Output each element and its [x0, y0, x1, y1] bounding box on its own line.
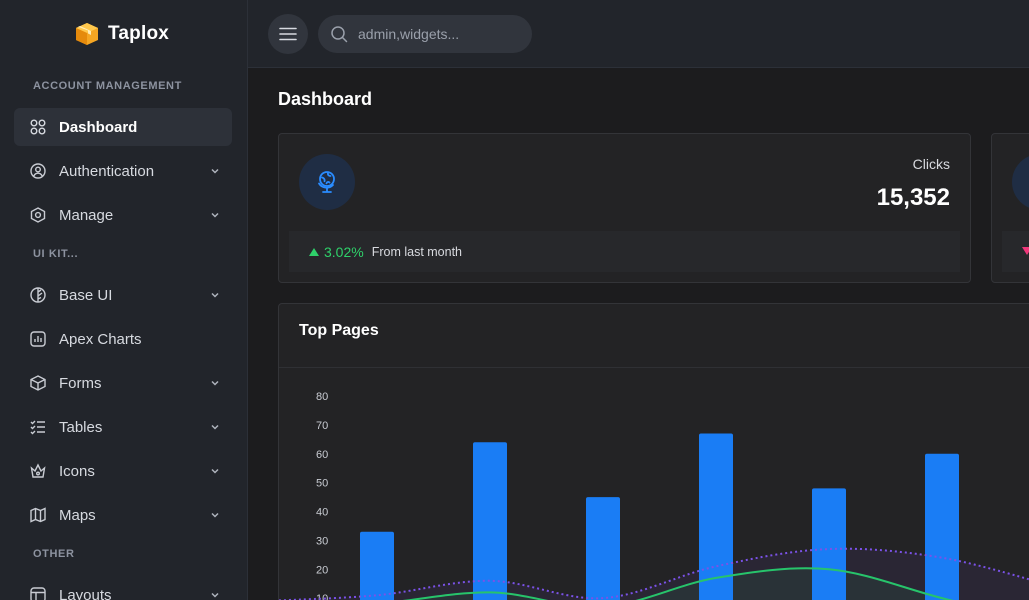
- layout-icon: [30, 587, 46, 600]
- search-icon: [331, 26, 348, 43]
- topbar: [248, 0, 1029, 68]
- grid-icon: [30, 119, 46, 135]
- box-logo-icon: [76, 23, 98, 45]
- sidebar-item-layouts[interactable]: Layouts: [14, 576, 232, 600]
- arrow-up-icon: [309, 247, 319, 256]
- stat-label: Clicks: [912, 156, 950, 172]
- bar: [360, 531, 394, 600]
- bar: [473, 442, 507, 600]
- user-circle-icon: [30, 163, 46, 179]
- hamburger-icon: [279, 27, 297, 41]
- section-title-uikit: UI KIT...: [33, 248, 79, 260]
- stat-icon-badge: [1012, 154, 1029, 210]
- top-pages-chart: 1020304050607080: [279, 391, 1029, 600]
- sidebar-item-label: Manage: [59, 206, 114, 224]
- chevron-down-icon: [211, 592, 219, 598]
- chevron-down-icon: [211, 468, 219, 474]
- sidebar-item-apex-charts[interactable]: Apex Charts: [14, 320, 232, 358]
- stat-footer: 3.02% From last month: [289, 231, 960, 272]
- bar-chart-icon: [30, 331, 46, 347]
- bar: [586, 497, 620, 600]
- sidebar-item-label: Base UI: [59, 286, 113, 304]
- box-icon: [30, 375, 46, 391]
- sidebar-item-dashboard[interactable]: Dashboard: [14, 108, 232, 146]
- search-input[interactable]: [358, 26, 518, 42]
- sidebar-item-authentication[interactable]: Authentication: [14, 152, 232, 190]
- chevron-down-icon: [211, 512, 219, 518]
- sidebar-item-label: Maps: [59, 506, 96, 524]
- sidebar-item-icons[interactable]: Icons: [14, 452, 232, 490]
- chevron-down-icon: [211, 212, 219, 218]
- sidebar: Taplox ACCOUNT MANAGEMENT Dashboard Auth…: [0, 0, 248, 600]
- brand[interactable]: Taplox: [0, 0, 247, 68]
- chart-title: Top Pages: [299, 322, 379, 339]
- search-box[interactable]: [318, 15, 532, 53]
- stat-value: 15,352: [876, 184, 950, 211]
- section-title-account: ACCOUNT MANAGEMENT: [33, 80, 182, 92]
- top-pages-card: Top Pages 10 20 30 40 50 60 70 80: [278, 303, 1029, 600]
- leaf-icon: [30, 287, 46, 303]
- chevron-down-icon: [211, 168, 219, 174]
- chevron-down-icon: [211, 380, 219, 386]
- sidebar-item-label: Icons: [59, 462, 95, 480]
- y-tick-label: 40: [316, 507, 328, 519]
- chevron-down-icon: [211, 292, 219, 298]
- chevron-down-icon: [211, 424, 219, 430]
- hexagon-icon: [30, 207, 46, 223]
- bar: [812, 488, 846, 600]
- sidebar-item-manage[interactable]: Manage: [14, 196, 232, 234]
- y-tick-label: 70: [316, 420, 328, 432]
- stat-change-label: From last month: [371, 244, 463, 259]
- sidebar-item-label: Layouts: [59, 586, 112, 600]
- sidebar-item-label: Forms: [59, 374, 102, 392]
- brand-name: Taplox: [108, 23, 170, 44]
- y-tick-label: 50: [316, 478, 328, 490]
- sidebar-item-label: Apex Charts: [59, 330, 142, 348]
- section-title-other: OTHER: [33, 548, 75, 560]
- arrow-down-icon: [1022, 247, 1029, 255]
- stat-footer: [1002, 231, 1029, 272]
- stat-change: 3.02%: [324, 243, 364, 260]
- y-tick-label: 20: [316, 564, 328, 576]
- clicks-stat-card: Clicks 15,352 3.02% From last month: [278, 133, 971, 283]
- y-tick-label: 30: [316, 535, 328, 547]
- sidebar-item-label: Tables: [59, 418, 103, 436]
- second-stat-card: [991, 133, 1029, 283]
- page-title: Dashboard: [278, 89, 373, 109]
- sidebar-item-base-ui[interactable]: Base UI: [14, 276, 232, 314]
- bar: [925, 453, 959, 600]
- sidebar-item-label: Dashboard: [59, 118, 138, 136]
- sidebar-item-maps[interactable]: Maps: [14, 496, 232, 534]
- stat-icon-badge: [299, 154, 355, 210]
- y-tick-label: 60: [316, 449, 328, 461]
- sidebar-item-label: Authentication: [59, 162, 155, 180]
- sidebar-item-tables[interactable]: Tables: [14, 408, 232, 446]
- y-tick-label: 80: [316, 391, 328, 403]
- menu-toggle-button[interactable]: [268, 14, 308, 54]
- map-icon: [30, 507, 46, 523]
- checklist-icon: [30, 420, 45, 435]
- globe-stand-icon: [318, 171, 335, 193]
- sidebar-item-forms[interactable]: Forms: [14, 364, 232, 402]
- crown-icon: [30, 463, 46, 478]
